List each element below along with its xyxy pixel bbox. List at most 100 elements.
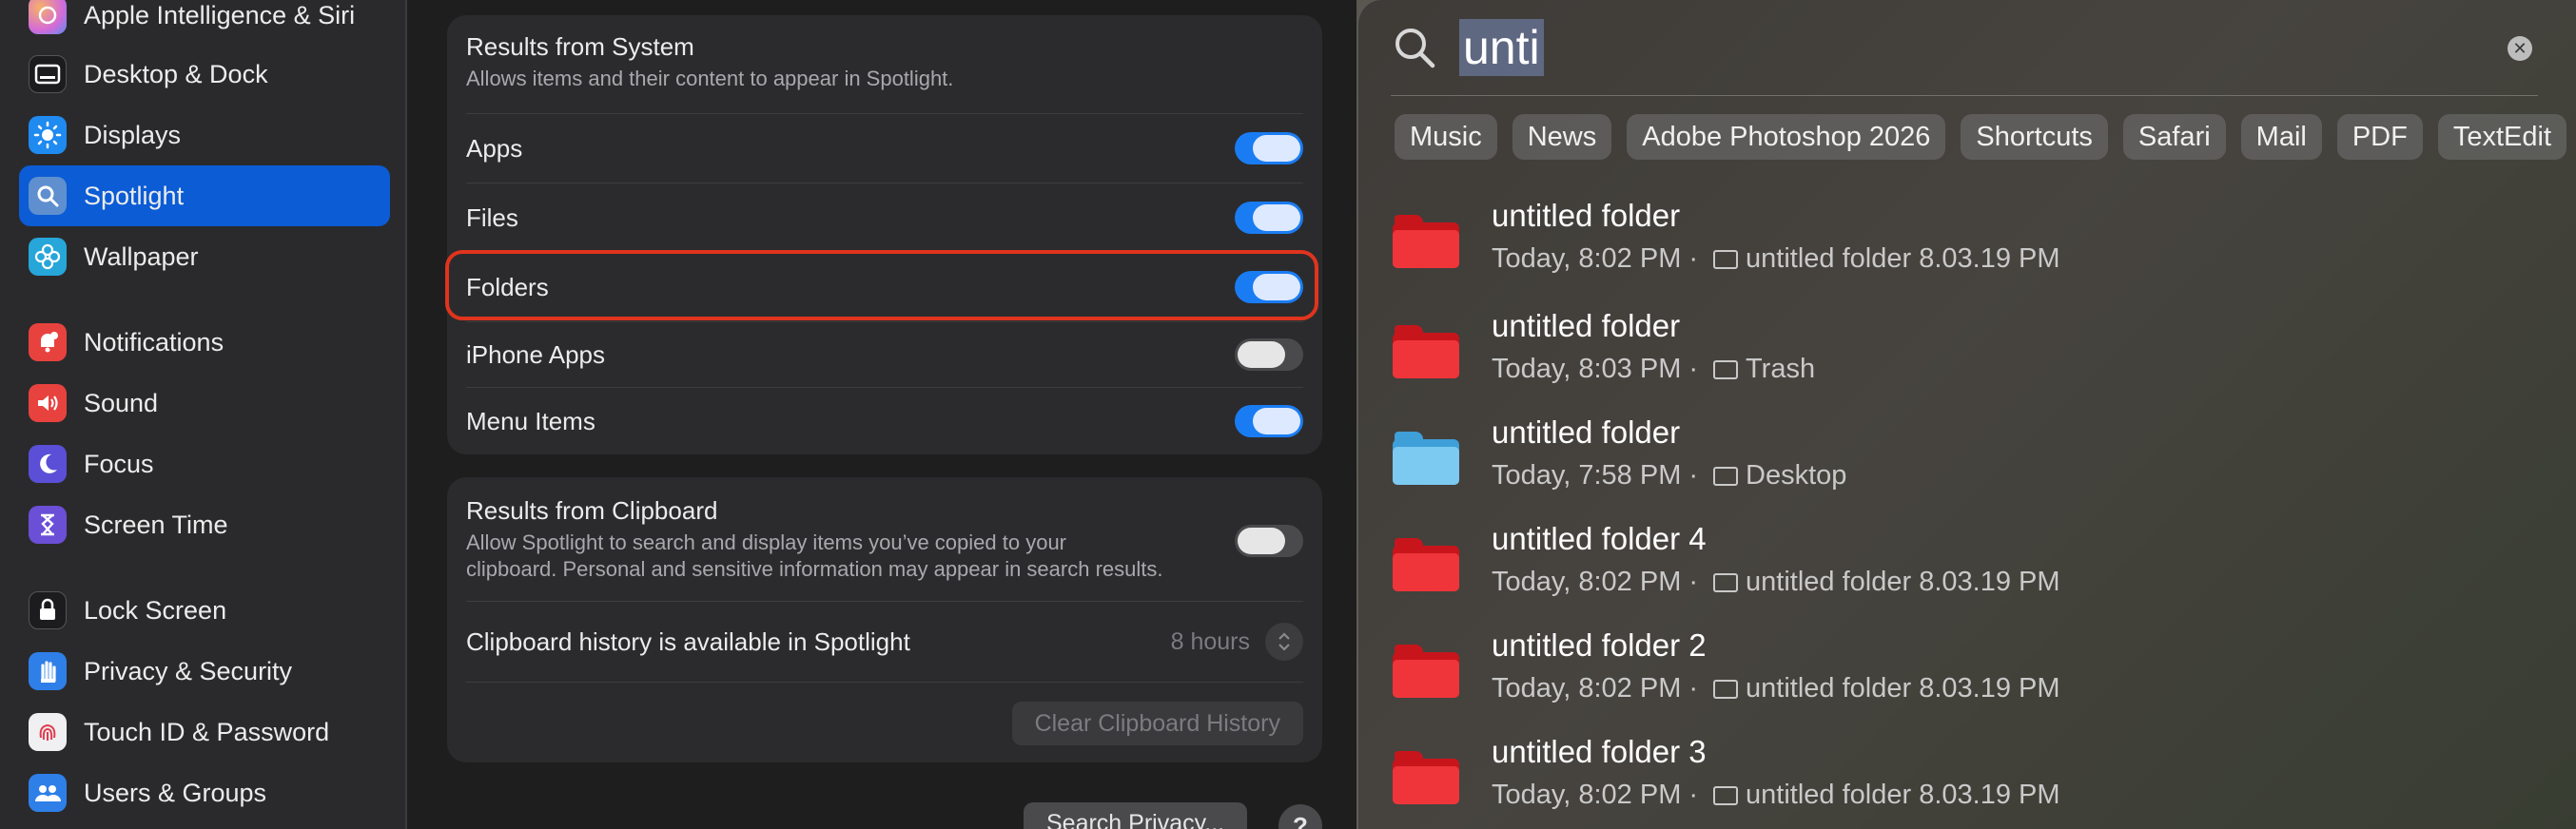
sidebar-item-sound[interactable]: Sound xyxy=(19,373,390,434)
sidebar-item-users-groups[interactable]: Users & Groups xyxy=(19,762,390,823)
clipboard-text: Results from Clipboard Allow Spotlight t… xyxy=(466,496,1163,583)
apps-label: Apps xyxy=(466,133,523,163)
clear-search-icon[interactable]: ✕ xyxy=(2508,36,2532,61)
sidebar-item-label: Sound xyxy=(84,388,159,417)
sidebar-item-focus[interactable]: Focus xyxy=(19,434,390,494)
help-button[interactable]: ? xyxy=(1278,804,1322,829)
sidebar-item-lock-screen[interactable]: Lock Screen xyxy=(19,580,390,641)
spotlight-divider xyxy=(1391,95,2538,96)
clipboard-toggle[interactable] xyxy=(1235,525,1303,557)
files-toggle[interactable] xyxy=(1235,202,1303,234)
result-title: untitled folder 4 xyxy=(1492,521,1707,556)
spotlight-search-input[interactable]: unti xyxy=(1459,19,1544,76)
results-from-system-group: Results from System Allows items and the… xyxy=(447,15,1322,454)
spotlight-result[interactable]: untitled folder Today, 8:03 PM · Trash xyxy=(1393,306,2572,405)
spotlight-search-bar[interactable]: unti ✕ xyxy=(1391,13,2542,82)
result-subtitle: Today, 8:02 PM · untitled folder 8.03.19… xyxy=(1492,673,2060,704)
sidebar-item-label: Apple Intelligence & Siri xyxy=(84,0,356,29)
hand-icon xyxy=(29,652,67,690)
sidebar-item-label: Focus xyxy=(84,449,154,478)
spotlight-settings-pane: Results from System Allows items and the… xyxy=(409,0,1358,829)
result-location: untitled folder 8.03.19 PM xyxy=(1746,243,2060,274)
sidebar-item-label: Users & Groups xyxy=(84,778,267,807)
result-location: untitled folder 8.03.19 PM xyxy=(1746,567,2060,597)
sidebar-item-notifications[interactable]: Notifications xyxy=(19,312,390,373)
result-location: untitled folder 8.03.19 PM xyxy=(1746,673,2060,704)
system-group-description: Allows items and their content to appear… xyxy=(466,67,954,90)
result-title: untitled folder 3 xyxy=(1492,734,1707,769)
chip-safari[interactable]: Safari xyxy=(2122,114,2226,160)
chip-mail[interactable]: Mail xyxy=(2240,114,2322,160)
sidebar-item-label: Touch ID & Password xyxy=(84,717,330,746)
spotlight-result[interactable]: untitled folder 3 Today, 8:02 PM · untit… xyxy=(1393,732,2572,829)
spotlight-result[interactable]: untitled folder Today, 7:58 PM · Desktop xyxy=(1393,413,2572,511)
clipboard-history-label: Clipboard history is available in Spotli… xyxy=(466,627,910,656)
sidebar-item-desktop-dock[interactable]: Desktop & Dock xyxy=(19,44,390,105)
folder-icon xyxy=(1393,645,1459,698)
result-title: untitled folder 2 xyxy=(1492,627,1707,663)
sidebar-item-displays[interactable]: Displays xyxy=(19,105,390,165)
sidebar-item-screen-time[interactable]: Screen Time xyxy=(19,494,390,555)
folder-icon xyxy=(1393,538,1459,591)
sidebar-item-spotlight[interactable]: Spotlight xyxy=(19,165,390,226)
chip-pdf[interactable]: PDF xyxy=(2336,114,2423,160)
row-files: Files xyxy=(466,183,1303,252)
sidebar-item-label: Displays xyxy=(84,120,182,149)
result-separator: · xyxy=(1688,780,1699,810)
folder-icon xyxy=(1393,325,1459,378)
row-iphone-apps: iPhone Apps xyxy=(466,322,1303,387)
small-folder-icon xyxy=(1713,466,1739,486)
result-subtitle: Today, 8:02 PM · untitled folder 8.03.19… xyxy=(1492,567,2060,598)
result-time: Today, 8:02 PM xyxy=(1492,780,1682,810)
result-subtitle: Today, 8:03 PM · Trash xyxy=(1492,354,1815,385)
lock-icon xyxy=(29,591,67,629)
clipboard-history-stepper[interactable]: 8 hours xyxy=(1171,623,1303,661)
folder-icon xyxy=(1393,432,1459,485)
result-subtitle: Today, 8:02 PM · untitled folder 8.03.19… xyxy=(1492,243,2060,275)
result-separator: · xyxy=(1688,460,1699,491)
users-icon xyxy=(29,774,67,812)
speaker-icon xyxy=(29,384,67,422)
small-folder-icon xyxy=(1713,249,1739,269)
result-time: Today, 8:03 PM xyxy=(1492,354,1682,384)
row-apps: Apps xyxy=(466,114,1303,183)
chip-music[interactable]: Music xyxy=(1395,114,1497,160)
result-separator: · xyxy=(1688,567,1699,597)
chip-photoshop[interactable]: Adobe Photoshop 2026 xyxy=(1627,114,1946,160)
spotlight-suggestion-chips: Music News Adobe Photoshop 2026 Shortcut… xyxy=(1395,114,2576,162)
chip-shortcuts[interactable]: Shortcuts xyxy=(1961,114,2108,160)
up-down-chevron-icon[interactable] xyxy=(1265,623,1303,661)
sidebar-item-label: Desktop & Dock xyxy=(84,59,268,88)
small-folder-icon xyxy=(1713,679,1739,699)
row-clipboard-history: Clipboard history is available in Spotli… xyxy=(466,602,1303,682)
clipboard-header: Results from Clipboard Allow Spotlight t… xyxy=(466,496,1303,582)
menu-items-toggle[interactable] xyxy=(1235,405,1303,437)
spotlight-result[interactable]: untitled folder 4 Today, 8:02 PM · untit… xyxy=(1393,519,2572,618)
clipboard-description-line1: Allow Spotlight to search and display it… xyxy=(466,530,1067,554)
sidebar-item-privacy-security[interactable]: Privacy & Security xyxy=(19,641,390,702)
sidebar-item-touch-id[interactable]: Touch ID & Password xyxy=(19,702,390,762)
sidebar-item-label: Privacy & Security xyxy=(84,656,293,685)
spotlight-result[interactable]: untitled folder 2 Today, 8:02 PM · untit… xyxy=(1393,626,2572,724)
result-time: Today, 8:02 PM xyxy=(1492,673,1682,704)
result-location: untitled folder 8.03.19 PM xyxy=(1746,780,2060,810)
sidebar-item-apple-intelligence[interactable]: Apple Intelligence & Siri xyxy=(19,0,390,46)
sidebar-item-wallpaper[interactable]: Wallpaper xyxy=(19,226,390,287)
divider xyxy=(466,682,1303,683)
spotlight-result[interactable]: untitled folder Today, 8:02 PM · untitle… xyxy=(1393,196,2572,295)
siri-icon xyxy=(29,0,67,34)
chip-news[interactable]: News xyxy=(1512,114,1612,160)
result-subtitle: Today, 8:02 PM · untitled folder 8.03.19… xyxy=(1492,780,2060,811)
clear-clipboard-history-button[interactable]: Clear Clipboard History xyxy=(1011,702,1303,745)
clipboard-history-value: 8 hours xyxy=(1170,627,1250,655)
search-privacy-button[interactable]: Search Privacy... xyxy=(1024,802,1248,829)
files-label: Files xyxy=(466,202,518,232)
sidebar-item-label: Screen Time xyxy=(84,510,228,539)
result-subtitle: Today, 7:58 PM · Desktop xyxy=(1492,460,1846,492)
iphone-apps-toggle[interactable] xyxy=(1235,338,1303,371)
apps-toggle[interactable] xyxy=(1235,132,1303,164)
menu-items-label: Menu Items xyxy=(466,406,595,435)
chip-textedit[interactable]: TextEdit xyxy=(2437,114,2567,160)
result-separator: · xyxy=(1688,243,1699,274)
sidebar-item-label: Notifications xyxy=(84,327,224,357)
